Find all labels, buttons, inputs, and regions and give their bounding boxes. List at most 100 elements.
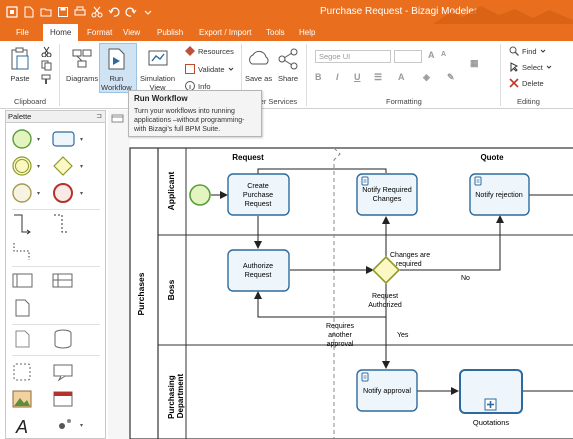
undo-icon[interactable] xyxy=(106,4,121,19)
shrink-font-icon[interactable]: A xyxy=(441,51,446,58)
copy-icon xyxy=(41,60,52,71)
lane-label-line: Purchasing xyxy=(167,375,176,419)
chevron-down-icon[interactable]: ▾ xyxy=(37,190,40,197)
start-event[interactable] xyxy=(189,184,211,206)
header-shape[interactable] xyxy=(52,389,74,409)
chevron-down-icon[interactable]: ▾ xyxy=(80,136,83,143)
connector-tools-shape[interactable] xyxy=(52,416,76,436)
image-shape[interactable] xyxy=(11,389,33,409)
diagrams-icon xyxy=(72,49,92,68)
task-create-purchase-request[interactable]: Create Purchase Request xyxy=(227,173,290,216)
title-bar-mountains xyxy=(433,6,573,24)
validate-button[interactable]: Validate xyxy=(185,64,234,74)
group-shape[interactable] xyxy=(12,362,32,382)
start-event-shape[interactable] xyxy=(11,128,33,150)
delete-button[interactable]: Delete xyxy=(509,78,544,88)
tab-file[interactable]: File xyxy=(9,24,36,41)
ribbon: Paste Clipboard Diagrams Run Workflow Si… xyxy=(0,41,573,109)
grow-font-icon[interactable]: A xyxy=(428,50,435,60)
font-color-icon[interactable]: A xyxy=(398,72,405,82)
chevron-down-icon[interactable]: ▾ xyxy=(80,422,83,429)
task-shape[interactable] xyxy=(52,131,76,147)
tab-export-import[interactable]: Export / Import xyxy=(192,24,258,41)
message-flow-shape[interactable] xyxy=(52,213,72,235)
font-size-select[interactable] xyxy=(394,50,422,63)
gateway-shape[interactable] xyxy=(52,155,74,177)
document-shape[interactable] xyxy=(14,329,32,349)
lane-shape[interactable] xyxy=(52,272,74,290)
task-notify-required-changes[interactable]: Notify Required Changes xyxy=(356,173,418,216)
pool-shape[interactable] xyxy=(12,272,34,290)
format-painter-icon xyxy=(41,74,51,84)
format-extra-icon[interactable]: ▦ xyxy=(470,58,479,69)
share-button[interactable]: Share xyxy=(277,47,299,83)
new-file-icon[interactable] xyxy=(21,4,36,19)
cloud-save-icon xyxy=(248,50,269,65)
flow-label-yes: Yes xyxy=(397,332,409,339)
chevron-down-icon[interactable]: ▾ xyxy=(80,163,83,170)
tooltip-title: Run Workflow xyxy=(134,94,188,103)
bold-icon[interactable]: B xyxy=(315,72,322,82)
fill-color-icon[interactable]: ◈ xyxy=(423,72,430,83)
tab-home[interactable]: Home xyxy=(43,24,79,41)
app-logo-icon xyxy=(4,4,19,19)
customize-dropdown-icon[interactable] xyxy=(140,4,155,19)
annotation-shape[interactable] xyxy=(52,362,74,382)
align-icon[interactable]: ☰ xyxy=(374,72,382,83)
quick-access-toolbar xyxy=(4,4,155,19)
task-notify-rejection[interactable]: Notify rejection xyxy=(469,173,530,216)
palette-header: Palette ⊐ xyxy=(6,111,105,123)
tab-help[interactable]: Help xyxy=(292,24,322,41)
services-group-label: ier Services xyxy=(258,97,298,106)
diagram-canvas[interactable]: Purchases Applicant Boss Purchasing Depa… xyxy=(108,110,573,439)
task-notify-approval[interactable]: Notify approval xyxy=(356,369,418,412)
simulation-view-button[interactable]: Simulation View xyxy=(140,47,175,92)
copy-button[interactable] xyxy=(41,60,52,71)
tooltip-body: Turn your workflows into running applica… xyxy=(134,108,245,133)
data-object-shape[interactable] xyxy=(14,298,32,318)
line-color-icon[interactable]: ✎ xyxy=(447,72,455,83)
chevron-down-icon[interactable]: ▾ xyxy=(80,190,83,197)
redo-icon[interactable] xyxy=(123,4,138,19)
resources-button[interactable]: Resources xyxy=(185,46,234,56)
open-folder-icon[interactable] xyxy=(38,4,53,19)
group-separator xyxy=(500,44,501,106)
user-task-icon xyxy=(361,372,369,382)
run-workflow-button[interactable]: Run Workflow xyxy=(101,47,132,92)
tab-format[interactable]: Format xyxy=(80,24,119,41)
pin-icon[interactable]: ⊐ xyxy=(96,111,102,122)
tab-tools[interactable]: Tools xyxy=(259,24,292,41)
text-shape[interactable]: A xyxy=(12,416,32,436)
validate-icon xyxy=(185,64,195,74)
data-store-shape[interactable] xyxy=(53,329,73,349)
print-icon[interactable] xyxy=(72,4,87,19)
paste-button[interactable]: Paste xyxy=(9,47,31,83)
diagrams-button[interactable]: Diagrams xyxy=(66,47,98,83)
save-as-button[interactable]: Save as xyxy=(245,47,272,83)
find-button[interactable]: Find xyxy=(509,46,546,56)
milestone-quote: Quote xyxy=(480,153,504,162)
tab-publish[interactable]: Publish xyxy=(150,24,190,41)
underline-icon[interactable]: U xyxy=(354,72,361,82)
select-button[interactable]: Select xyxy=(509,62,552,72)
save-icon[interactable] xyxy=(55,4,70,19)
association-shape[interactable] xyxy=(12,241,32,263)
end-event-shape[interactable] xyxy=(52,182,74,204)
tab-view[interactable]: View xyxy=(116,24,147,41)
chevron-down-icon[interactable]: ▾ xyxy=(37,136,40,143)
sequence-flow-shape[interactable] xyxy=(12,213,32,235)
cut-button[interactable] xyxy=(41,46,52,57)
share-icon xyxy=(278,48,298,70)
lane-label-applicant: Applicant xyxy=(166,171,176,210)
italic-icon[interactable]: I xyxy=(336,72,339,82)
palette-divider xyxy=(12,355,100,356)
task-authorize-request[interactable]: Authorize Request xyxy=(227,249,290,292)
intermediate-event-shape[interactable] xyxy=(11,155,33,177)
chevron-down-icon[interactable]: ▾ xyxy=(37,163,40,170)
font-family-select[interactable]: Segoe UI xyxy=(315,50,391,63)
format-painter-button[interactable] xyxy=(41,74,52,85)
intermediate-event-alt-shape[interactable] xyxy=(11,182,33,204)
cut-icon[interactable] xyxy=(89,4,104,19)
palette-divider xyxy=(12,324,100,325)
lane-label-purchasing: Purchasing Department xyxy=(167,373,185,419)
